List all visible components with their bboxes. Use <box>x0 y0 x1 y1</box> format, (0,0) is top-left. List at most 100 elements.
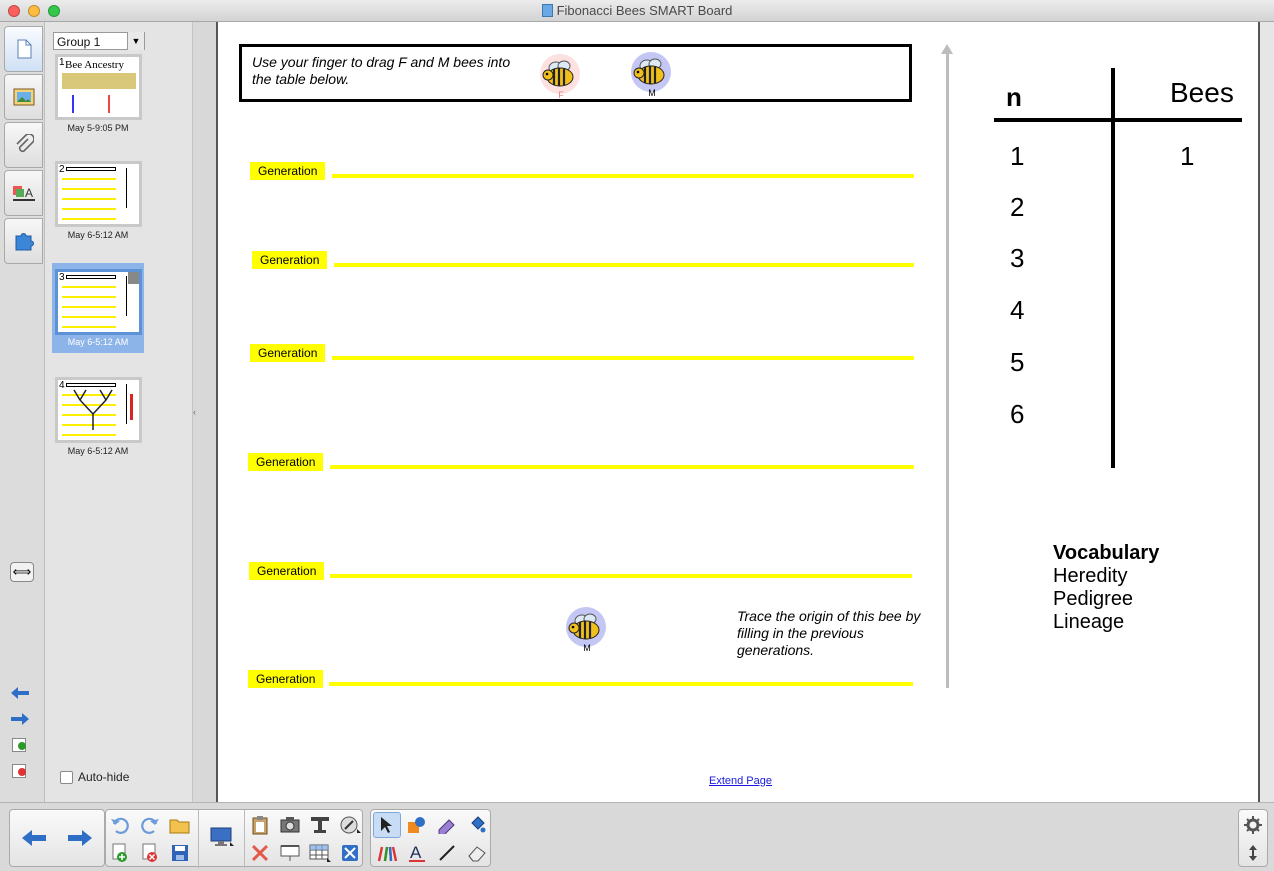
text-a-icon: A <box>409 843 425 862</box>
blank-screen-button[interactable] <box>276 840 304 866</box>
thumbnail-line <box>62 296 116 298</box>
undo-icon <box>111 817 129 834</box>
full-screen-icon <box>342 845 358 861</box>
tab-page-sorter[interactable] <box>4 26 43 72</box>
shapes-tool-button[interactable] <box>403 812 431 838</box>
title-bar: Fibonacci Bees SMART Board <box>0 0 1274 22</box>
pen-tool-button[interactable] <box>433 812 461 838</box>
tab-gallery[interactable] <box>4 74 43 120</box>
display-screen-button[interactable] <box>205 824 239 850</box>
generation-axis-arrow <box>946 48 949 688</box>
whiteboard-canvas[interactable]: Use your finger to drag F and M bees int… <box>216 22 1260 802</box>
window-title-wrap: Fibonacci Bees SMART Board <box>0 3 1274 18</box>
thumbnail-caption: May 6-5:12 AM <box>67 446 129 456</box>
open-file-button[interactable] <box>166 812 194 838</box>
thumbnail-line <box>62 316 116 318</box>
autohide-checkbox[interactable]: Auto-hide <box>60 770 129 784</box>
thumbnail-number: 1 <box>59 57 65 68</box>
toolbar-page-group <box>105 809 364 868</box>
panel-splitter[interactable]: ‹ <box>192 22 216 802</box>
generation-line <box>332 356 914 360</box>
page-thumbnail-2[interactable]: 2 May 6-5:12 AM <box>52 161 144 251</box>
expand-panel-icon[interactable]: ⟺ <box>10 562 34 582</box>
thumbnail-image: 2 <box>55 161 142 227</box>
line-tool-button[interactable] <box>433 840 461 866</box>
generation-label: Generation <box>248 453 324 471</box>
save-icon <box>172 845 188 861</box>
generation-row: Generation <box>248 453 914 471</box>
gallery-icon <box>13 88 34 106</box>
monitor-icon <box>210 827 234 846</box>
bee-label: M <box>583 643 591 653</box>
table-n-value: 1 <box>1010 141 1025 171</box>
chevron-down-icon[interactable]: ▼ <box>127 32 144 50</box>
fill-tool-button[interactable] <box>463 812 491 838</box>
text-tool-button[interactable]: A <box>403 840 431 866</box>
male-bee[interactable]: M <box>631 52 673 98</box>
vocabulary-word: Pedigree <box>1053 588 1134 610</box>
delete-button[interactable] <box>246 840 274 866</box>
delete-page-icon[interactable] <box>12 764 26 778</box>
table-n-value: 3 <box>1010 243 1025 273</box>
save-button[interactable] <box>166 840 194 866</box>
move-toolbar-button[interactable] <box>1239 840 1267 866</box>
add-page-icon[interactable] <box>12 738 26 752</box>
table-vertical-line <box>1111 68 1115 468</box>
page-thumbnail-1[interactable]: 1 Bee Ancestry May 5-9:05 PM <box>52 54 144 144</box>
settings-button[interactable] <box>1239 812 1267 838</box>
previous-page-button[interactable] <box>12 811 56 865</box>
generation-label: Generation <box>250 344 326 362</box>
eraser-tool-button[interactable] <box>463 840 491 866</box>
tab-attachments[interactable] <box>4 122 43 168</box>
tab-properties[interactable]: A <box>4 170 43 216</box>
bottom-toolbar: A <box>0 802 1274 871</box>
full-screen-button[interactable] <box>336 840 364 866</box>
document-icon <box>541 4 553 17</box>
redo-button[interactable] <box>136 812 164 838</box>
select-tool-button[interactable] <box>373 812 401 838</box>
generation-label: Generation <box>249 562 325 580</box>
thumbnail-banner <box>62 73 136 89</box>
table-header-bees: Bees <box>1170 77 1234 108</box>
origin-male-bee[interactable]: M <box>566 607 608 653</box>
thumbnail-male-figure <box>72 95 74 113</box>
screen-capture-button[interactable] <box>276 812 304 838</box>
generation-label: Generation <box>250 162 326 180</box>
paste-button[interactable] <box>246 812 274 838</box>
clipboard-icon <box>252 816 268 835</box>
recognition-tools-button[interactable] <box>336 812 364 838</box>
previous-page-icon[interactable] <box>10 686 30 700</box>
next-page-icon[interactable] <box>10 712 30 726</box>
vocabulary-word: Lineage <box>1053 611 1125 633</box>
delete-x-icon <box>251 844 269 862</box>
extend-page-link[interactable]: Extend Page <box>709 775 772 787</box>
checkbox-icon <box>60 770 73 784</box>
generation-label: Generation <box>252 251 328 269</box>
thumbnail-red-values <box>130 394 133 420</box>
creative-pens-button[interactable] <box>373 840 401 866</box>
toolbar-tools-group: A <box>370 809 491 867</box>
female-bee[interactable]: F <box>540 54 582 100</box>
gear-icon <box>1244 816 1262 834</box>
thumbnail-image: 3 <box>55 269 142 335</box>
tab-addons[interactable] <box>4 218 43 264</box>
add-page-button[interactable] <box>106 840 134 866</box>
next-page-button[interactable] <box>58 811 102 865</box>
page-sorter-icon <box>17 39 31 59</box>
undo-button[interactable] <box>106 812 134 838</box>
generation-row: Generation <box>250 162 914 180</box>
vocabulary-title: Vocabulary <box>1053 542 1160 564</box>
thumbnail-line <box>62 188 116 190</box>
insert-table-button[interactable] <box>306 840 334 866</box>
thumbnail-line <box>62 218 116 220</box>
screen-shade-button[interactable] <box>306 812 334 838</box>
autohide-label: Auto-hide <box>78 770 130 784</box>
delete-page-button[interactable] <box>136 840 164 866</box>
thumbnail-instruction-box <box>66 275 116 279</box>
page-thumbnail-3[interactable]: 3 May 6-5:12 AM <box>52 263 144 353</box>
thumbnail-line <box>62 306 116 308</box>
generation-line <box>332 174 914 178</box>
cursor-arrow-icon <box>381 817 392 833</box>
page-thumbnail-4[interactable]: 4 May 6-5:12 AM <box>52 377 144 467</box>
window-title: Fibonacci Bees SMART Board <box>556 3 733 18</box>
